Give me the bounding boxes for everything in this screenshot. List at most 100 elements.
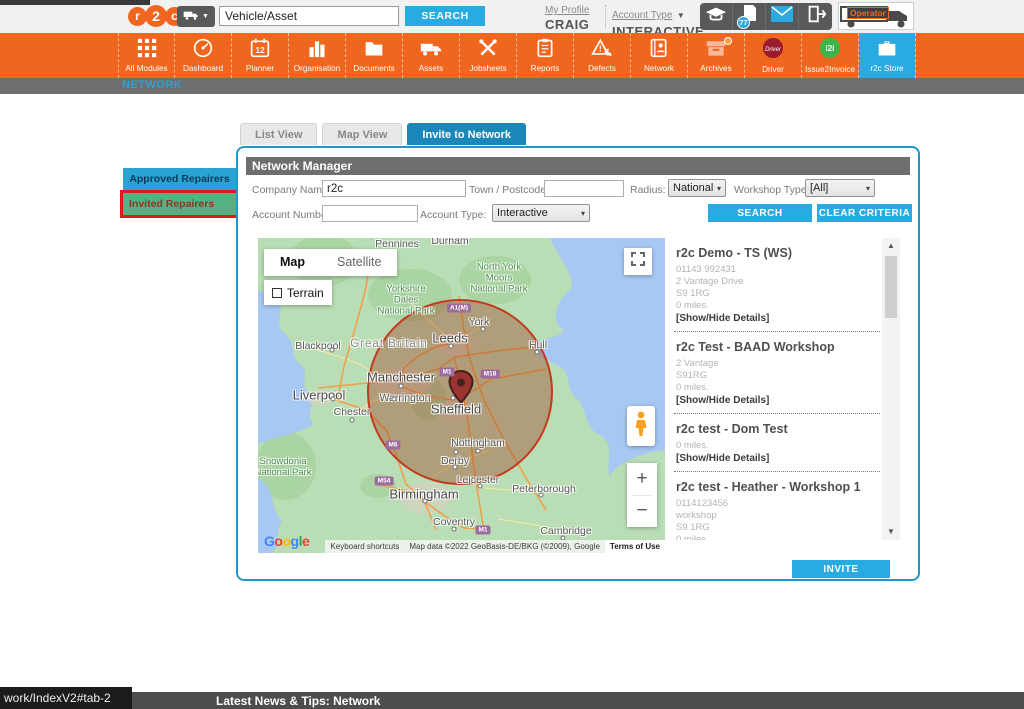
notifications-button[interactable]: 77 (733, 3, 766, 30)
grid-icon (137, 38, 157, 63)
scroll-down-arrow[interactable]: ▼ (882, 524, 900, 540)
nav-item-network[interactable]: Network (631, 33, 688, 78)
top-dark-strip (0, 0, 150, 5)
nav-item-label: Network (644, 64, 674, 73)
fullscreen-button[interactable] (624, 248, 652, 275)
radius-select[interactable]: National ▾ (668, 179, 726, 197)
nav-item-documents[interactable]: Documents (346, 33, 403, 78)
invite-button[interactable]: INVITE (792, 560, 890, 578)
svg-text:!: ! (599, 43, 602, 53)
nav-item-issue2invoice[interactable]: i2i Issue2Invoice (802, 33, 859, 78)
pegman-control[interactable] (627, 406, 655, 446)
status-url-text: work/IndexV2#tab-2 (0, 691, 111, 705)
nav-item-defects[interactable]: ! Defects (574, 33, 631, 78)
terrain-checkbox[interactable] (272, 288, 282, 298)
search-criteria-button[interactable]: SEARCH (708, 204, 812, 222)
nav-item-label: Issue2Invoice (805, 65, 855, 74)
repairer-detail: 01143 992431 (676, 264, 876, 276)
clipboard-icon (535, 38, 555, 63)
map-type-map-button[interactable]: Map (264, 249, 321, 276)
list-item: r2c Test - BAAD Workshop 2 Vantage S91RG… (674, 332, 880, 414)
view-tabs: List View Map View Invite to Network (240, 123, 526, 145)
section-bar: NETWORK (0, 78, 1024, 94)
show-hide-details-link[interactable]: [Show/Hide Details] (676, 453, 876, 464)
calendar-icon: 12 (250, 38, 270, 63)
google-map[interactable]: Pennines Durham North York Moors Nationa… (258, 238, 665, 553)
nav-item-planner[interactable]: 12 Planner (232, 33, 289, 78)
vehicle-search-input[interactable] (219, 6, 399, 26)
clear-criteria-button[interactable]: CLEAR CRITERIA (817, 204, 912, 222)
repairer-detail: workshop (676, 510, 876, 522)
workshop-type-select[interactable]: [All] ▾ (805, 179, 875, 197)
show-hide-details-link[interactable]: [Show/Hide Details] (676, 313, 876, 324)
operator-label: Operator (847, 7, 889, 19)
nav-item-archives[interactable]: Archives (688, 33, 745, 78)
vehicle-search-button[interactable]: SEARCH (405, 6, 485, 26)
messages-button[interactable] (766, 3, 799, 30)
my-profile-link[interactable]: My Profile (545, 5, 589, 16)
account-type-select[interactable]: Interactive ▾ (492, 204, 590, 222)
zoom-in-button[interactable]: + (627, 463, 657, 495)
tab-invite-to-network[interactable]: Invite to Network (407, 123, 526, 145)
list-item: r2c test - Heather - Workshop 1 01141234… (674, 472, 880, 540)
repairer-detail: S9 1RG (676, 522, 876, 534)
repairer-detail: 0 miles. (676, 534, 876, 540)
terrain-label: Terrain (287, 286, 324, 300)
archives-alert-dot (724, 37, 732, 45)
keyboard-shortcuts-link[interactable]: Keyboard shortcuts (325, 542, 404, 551)
nav-item-jobsheets[interactable]: Jobsheets (460, 33, 517, 78)
radius-label: Radius: (630, 184, 666, 196)
tab-list-view[interactable]: List View (240, 123, 317, 145)
nav-item-label: Planner (246, 64, 274, 73)
chevron-down-icon: ▾ (866, 184, 870, 193)
scroll-thumb[interactable] (885, 256, 897, 318)
town-postcode-field[interactable] (544, 180, 624, 197)
news-ticker-bar: Latest News & Tips: Network (0, 692, 1024, 709)
tab-map-view[interactable]: Map View (322, 123, 402, 145)
account-type-link[interactable]: Account Type (612, 10, 672, 21)
repairer-detail: 0 miles. (676, 382, 876, 394)
asset-type-dropdown[interactable]: ▼ (177, 6, 215, 27)
map-type-satellite-button[interactable]: Satellite (321, 249, 397, 276)
nav-item-label: Archives (700, 64, 731, 73)
repairer-detail: 2 Vantage Drive (676, 276, 876, 288)
map-type-control: Map Satellite (264, 249, 397, 276)
account-number-label: Account Number: (252, 209, 333, 221)
driver-badge-icon: Driver (762, 37, 784, 64)
i2i-badge-icon: i2i (819, 37, 841, 64)
speedometer-icon (193, 38, 213, 63)
svg-text:Driver: Driver (765, 47, 782, 53)
zoom-out-button[interactable]: − (627, 496, 657, 528)
radius-value: National (673, 182, 713, 194)
scroll-up-arrow[interactable]: ▲ (882, 238, 900, 254)
nav-item-assets[interactable]: Assets (403, 33, 460, 78)
approved-repairers-button[interactable]: Approved Repairers (123, 168, 236, 190)
nav-item-dashboard[interactable]: Dashboard (175, 33, 232, 78)
repairer-name: r2c test - Heather - Workshop 1 (676, 480, 876, 494)
operator-account-switch[interactable]: Operator (838, 2, 914, 30)
nav-item-reports[interactable]: Reports (517, 33, 574, 78)
nav-item-label: r2c Store (870, 64, 903, 73)
account-type-value: Interactive (497, 207, 548, 219)
terms-of-use-link[interactable]: Terms of Use (605, 540, 665, 553)
terrain-toggle[interactable]: Terrain (264, 280, 332, 305)
nav-item-all-modules[interactable]: All Modules (118, 33, 175, 78)
workshop-type-value: [All] (810, 182, 828, 194)
invited-repairers-button[interactable]: Invited Repairers (120, 190, 239, 218)
results-scrollbar[interactable]: ▲ ▼ (882, 238, 900, 540)
chevron-down-icon: ▼ (677, 11, 685, 20)
company-name-field[interactable] (322, 180, 466, 197)
training-button[interactable] (700, 3, 733, 30)
list-item: r2c Demo - TS (WS) 01143 992431 2 Vantag… (674, 238, 880, 332)
list-item: r2c test - Dom Test 0 miles. [Show/Hide … (674, 414, 880, 472)
header-icon-strip: 77 (700, 3, 832, 30)
nav-item-organisation[interactable]: Organisation (289, 33, 346, 78)
module-nav-bar: All Modules Dashboard 12 Planner Organis… (0, 33, 1024, 78)
nav-item-driver[interactable]: Driver Driver (745, 33, 802, 78)
account-number-field[interactable] (322, 205, 418, 222)
map-attribution: Keyboard shortcuts Map data ©2022 GeoBas… (325, 540, 665, 553)
show-hide-details-link[interactable]: [Show/Hide Details] (676, 395, 876, 406)
logout-button[interactable] (799, 3, 832, 30)
nav-item-r2c-store[interactable]: r2c Store (859, 33, 916, 78)
nav-item-label: All Modules (125, 64, 167, 73)
